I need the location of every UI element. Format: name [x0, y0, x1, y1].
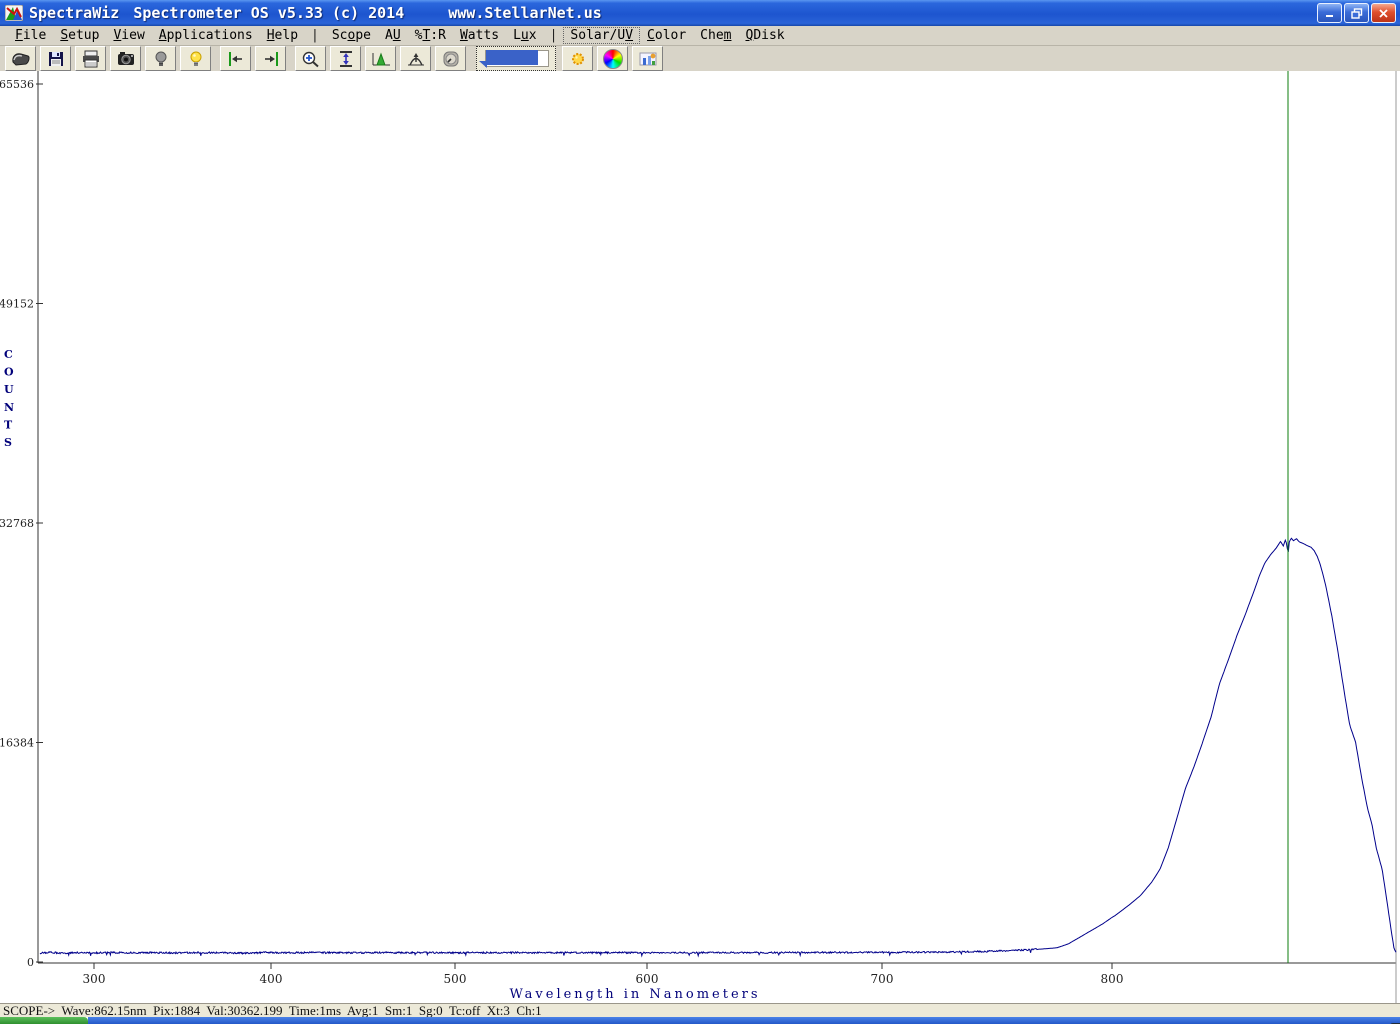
title-bar: SpectraWiz Spectrometer OS v5.33 (c) 201… — [0, 0, 1400, 26]
menu-bar: FileSetupViewApplicationsHelp|ScopeAU%T:… — [0, 26, 1400, 46]
cursor-left-icon — [225, 50, 247, 68]
menu-item-lux[interactable]: Lux — [506, 27, 543, 44]
unzoom-vertical-icon — [335, 50, 357, 68]
snapshot-camera-icon — [115, 50, 137, 68]
view-peaks-button[interactable] — [365, 46, 396, 71]
color-wheel-icon — [603, 49, 623, 69]
restore-button[interactable] — [1344, 3, 1369, 23]
x-tick-label: 400 — [260, 972, 283, 986]
sun-irradiance-icon — [567, 50, 589, 68]
y-tick-label: 49152 — [0, 298, 34, 311]
title-app-name: SpectraWiz — [29, 4, 119, 22]
x-tick-label: 800 — [1101, 972, 1124, 986]
x-axis-title: Wavelength in Nanometers — [509, 987, 760, 1002]
y-axis-title-letter: S — [4, 436, 12, 449]
timer-icon — [440, 50, 462, 68]
menu-item--t-r[interactable]: %T:R — [408, 27, 453, 44]
lamp-off-icon — [150, 50, 172, 68]
load-spectrum-icon — [10, 50, 32, 68]
status-text: SCOPE-> Wave:862.15nm Pix:1884 Val:30362… — [0, 1004, 542, 1017]
peak-hold-button[interactable] — [400, 46, 431, 71]
cursor-right-icon — [260, 50, 282, 68]
zoom-in-button[interactable] — [295, 46, 326, 71]
sun-irradiance-button[interactable] — [562, 46, 593, 71]
y-axis-title-letter: C — [4, 348, 13, 361]
lamp-on-icon — [185, 50, 207, 68]
color-measure-button[interactable] — [597, 46, 628, 71]
menu-separator: | — [305, 28, 325, 43]
title-website: www.StellarNet.us — [448, 4, 602, 22]
save-spectrum-icon — [45, 50, 67, 68]
menu-separator: | — [544, 28, 564, 43]
x-tick-label: 600 — [636, 972, 659, 986]
menu-item-chem[interactable]: Chem — [693, 27, 738, 44]
peak-hold-icon — [405, 50, 427, 68]
y-axis-title-letter: U — [4, 383, 14, 396]
window-controls — [1317, 3, 1400, 23]
taskbar — [0, 1017, 1400, 1024]
snapshot-camera-button[interactable] — [110, 46, 141, 71]
print-button[interactable] — [75, 46, 106, 71]
y-tick-label: 0 — [27, 956, 34, 969]
menu-item-watts[interactable]: Watts — [453, 27, 506, 44]
chart-3d-button[interactable] — [632, 46, 663, 71]
view-peaks-icon — [370, 50, 392, 68]
menu-item-file[interactable]: File — [8, 27, 53, 44]
x-tick-label: 700 — [871, 972, 894, 986]
menu-item-setup[interactable]: Setup — [53, 27, 106, 44]
y-axis-title-letter: T — [4, 418, 13, 431]
integration-slider-thumb[interactable] — [486, 50, 538, 65]
menu-item-color[interactable]: Color — [640, 27, 693, 44]
integration-slider-pointer — [479, 61, 487, 68]
spectrawiz-logo-icon — [5, 5, 23, 21]
plot-area: 0 16384 32768 49152 65536 300 400 500 600 700 800 C… — [0, 71, 1400, 1003]
menu-item-qdisk[interactable]: QDisk — [738, 27, 791, 44]
chart-3d-icon — [637, 50, 659, 68]
lamp-off-button[interactable] — [145, 46, 176, 71]
y-axis-title-letter: N — [4, 401, 14, 414]
y-tick-label: 32768 — [0, 517, 34, 530]
timer-button[interactable] — [435, 46, 466, 71]
close-button[interactable] — [1371, 3, 1396, 23]
start-button[interactable] — [0, 1017, 88, 1024]
menu-item-scope[interactable]: Scope — [325, 27, 378, 44]
spectrum-chart: 0 16384 32768 49152 65536 300 400 500 600 700 800 C… — [0, 71, 1400, 1003]
taskbar-strip — [88, 1017, 1400, 1024]
y-axis-title-letter: O — [4, 366, 14, 379]
menu-item-applications[interactable]: Applications — [152, 27, 260, 44]
zoom-in-icon — [300, 50, 322, 68]
spectrawiz-window: SpectraWiz Spectrometer OS v5.33 (c) 201… — [0, 0, 1400, 1024]
menu-item-help[interactable]: Help — [260, 27, 305, 44]
minimize-button[interactable] — [1317, 3, 1342, 23]
menu-item-solar-uv[interactable]: Solar/UV — [563, 27, 640, 44]
y-tick-label: 65536 — [0, 78, 34, 91]
close-icon — [1378, 8, 1389, 19]
y-tick-label: 16384 — [0, 737, 34, 750]
lamp-on-button[interactable] — [180, 46, 211, 71]
save-spectrum-button[interactable] — [40, 46, 71, 71]
toolbar — [0, 46, 1400, 71]
title-version: Spectrometer OS v5.33 (c) 2014 — [133, 4, 404, 22]
spectrum-curve — [40, 538, 1396, 956]
cursor-left-button[interactable] — [220, 46, 251, 71]
cursor-right-button[interactable] — [255, 46, 286, 71]
integration-slider[interactable] — [476, 46, 556, 71]
minimize-icon — [1324, 8, 1336, 18]
load-spectrum-button[interactable] — [5, 46, 36, 71]
unzoom-vertical-button[interactable] — [330, 46, 361, 71]
status-bar: SCOPE-> Wave:862.15nm Pix:1884 Val:30362… — [0, 1003, 1400, 1017]
x-tick-label: 500 — [444, 972, 467, 986]
menu-item-view[interactable]: View — [106, 27, 151, 44]
menu-item-au[interactable]: AU — [378, 27, 408, 44]
print-icon — [80, 50, 102, 68]
restore-icon — [1351, 8, 1363, 19]
x-tick-label: 300 — [83, 972, 106, 986]
